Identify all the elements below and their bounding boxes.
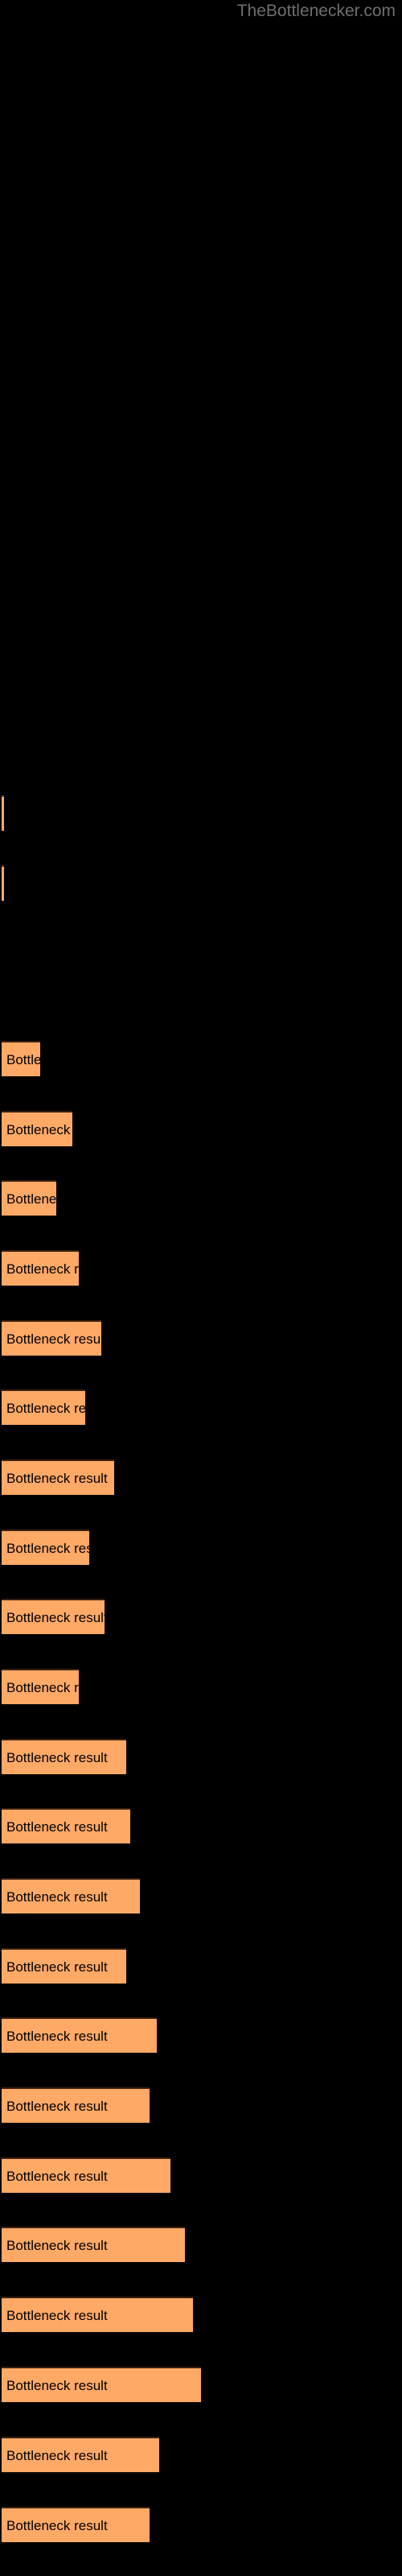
- chart-bar-13[interactable]: Bottleneck result: [2, 1739, 126, 1774]
- chart-bar-18[interactable]: Bottleneck result: [2, 2087, 150, 2123]
- bar-row: Bottleneck result: [0, 2087, 402, 2123]
- chart-bar-label: Bottleneck result: [6, 2098, 108, 2114]
- chart-bar-7[interactable]: Bottleneck result: [2, 1320, 101, 1356]
- chart-bar-3[interactable]: Bottleneck result: [2, 1041, 40, 1076]
- chart-bar-23[interactable]: Bottleneck result: [2, 2437, 159, 2472]
- chart-bar-5[interactable]: Bottleneck result: [2, 1180, 56, 1216]
- bar-row: Bottleneck result: [0, 2437, 402, 2472]
- chart-bar-11[interactable]: Bottleneck result: [2, 1599, 105, 1634]
- chart-bar-2[interactable]: Bottleneck result: [2, 865, 4, 901]
- bar-row: Bottleneck result: [0, 1948, 402, 1984]
- chart-bar-20[interactable]: Bottleneck result: [2, 2227, 185, 2262]
- bar-row: Bottleneck result: [0, 2507, 402, 2542]
- bar-row: Bottleneck result: [0, 1320, 402, 1356]
- bar-row: Bottleneck result: [0, 1041, 402, 1076]
- bar-row: Bottleneck result: [0, 1111, 402, 1146]
- chart-bar-21[interactable]: Bottleneck result: [2, 2297, 193, 2332]
- chart-bar-8[interactable]: Bottleneck result: [2, 1389, 85, 1425]
- bar-row: Bottleneck result: [0, 2297, 402, 2332]
- bar-row: Bottleneck result: [0, 2227, 402, 2262]
- chart-bar-label: Bottleneck result: [6, 1051, 40, 1067]
- chart-bar-label: Bottleneck result: [6, 2447, 108, 2463]
- bar-row: Bottleneck result: [0, 1180, 402, 1216]
- chart-bar-6[interactable]: Bottleneck result: [2, 1250, 79, 1286]
- chart-bar-label: Bottleneck result: [6, 1889, 108, 1905]
- chart-bar-9[interactable]: Bottleneck result: [2, 1459, 114, 1495]
- bar-row: Bottleneck result: [0, 1669, 402, 1704]
- chart-bar-label: Bottleneck result: [6, 1121, 72, 1137]
- chart-bar-label: Bottleneck result: [6, 2168, 108, 2184]
- chart-bar-22[interactable]: Bottleneck result: [2, 2367, 201, 2402]
- chart-bar-label: Bottleneck result: [6, 1261, 79, 1277]
- chart-bar-label: Bottleneck result: [6, 1609, 105, 1625]
- bar-row: Bottleneck result: [0, 2367, 402, 2402]
- chart-bar-label: Bottleneck result: [6, 1818, 108, 1835]
- chart-bar-1[interactable]: Bottleneck result: [2, 795, 4, 831]
- chart-bar-label: Bottleneck result: [6, 2307, 108, 2323]
- bottleneck-bar-chart: Bottleneck result Bottleneck result Bottle…: [0, 0, 402, 2576]
- chart-bar-19[interactable]: Bottleneck result: [2, 2157, 170, 2193]
- bar-row: Bottleneck result: [0, 865, 402, 901]
- chart-bar-12[interactable]: Bottleneck result: [2, 1669, 79, 1704]
- chart-bar-10[interactable]: Bottleneck result: [2, 1530, 89, 1565]
- chart-bar-24[interactable]: Bottleneck result: [2, 2507, 150, 2542]
- chart-bar-label: Bottleneck result: [6, 2517, 108, 2533]
- chart-bar-label: Bottleneck result: [6, 1540, 89, 1556]
- chart-bar-15[interactable]: Bottleneck result: [2, 1878, 140, 1913]
- bar-row: Bottleneck result: [0, 1250, 402, 1286]
- chart-bar-14[interactable]: Bottleneck result: [2, 1808, 130, 1843]
- bar-row: Bottleneck result: [0, 1739, 402, 1774]
- bar-row: Bottleneck result: [0, 1599, 402, 1634]
- bar-row: Bottleneck result: [0, 2017, 402, 2053]
- bar-row: Bottleneck result: [0, 795, 402, 831]
- bar-row: Bottleneck result: [0, 1389, 402, 1425]
- bar-row: Bottleneck result: [0, 1530, 402, 1565]
- chart-bar-label: Bottleneck result: [6, 2028, 108, 2044]
- chart-bar-label: Bottleneck result: [6, 1749, 108, 1765]
- chart-bar-label: Bottleneck result: [6, 2237, 108, 2253]
- chart-bar-label: Bottleneck result: [6, 1959, 108, 1975]
- chart-bar-17[interactable]: Bottleneck result: [2, 2017, 157, 2053]
- chart-bar-16[interactable]: Bottleneck result: [2, 1948, 126, 1984]
- bar-row: Bottleneck result: [0, 1878, 402, 1913]
- bar-row: Bottleneck result: [0, 2157, 402, 2193]
- chart-bar-label: Bottleneck result: [6, 1679, 79, 1695]
- chart-bar-label: Bottleneck result: [6, 1331, 101, 1347]
- bar-row: Bottleneck result: [0, 1459, 402, 1495]
- chart-bar-label: Bottleneck result: [6, 2377, 108, 2393]
- bar-row: Bottleneck result: [0, 1808, 402, 1843]
- chart-bar-label: Bottleneck result: [6, 1470, 108, 1486]
- chart-bar-4[interactable]: Bottleneck result: [2, 1111, 72, 1146]
- chart-bar-label: Bottleneck result: [6, 1191, 56, 1207]
- chart-bar-label: Bottleneck result: [6, 1400, 85, 1416]
